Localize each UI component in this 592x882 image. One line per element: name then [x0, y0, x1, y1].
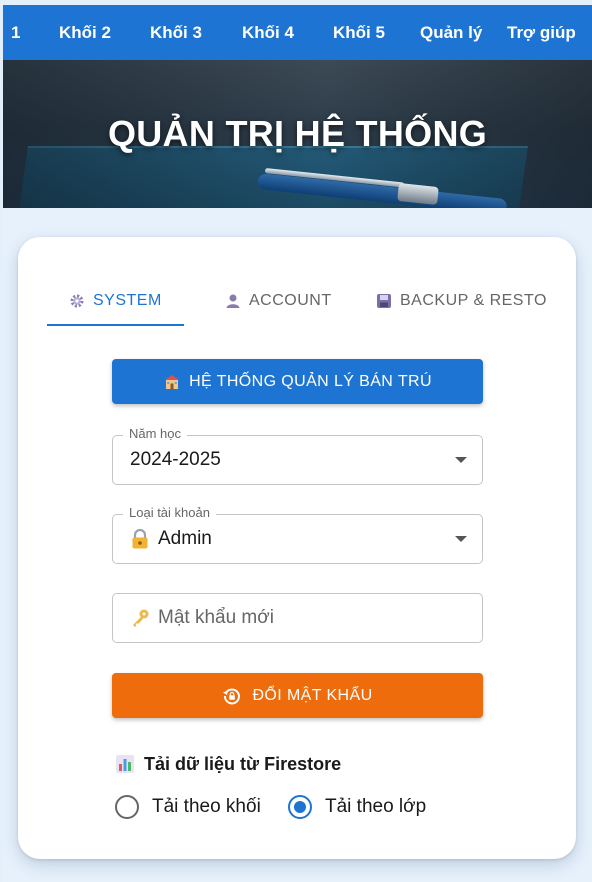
school-year-value: 2024-2025	[130, 449, 221, 470]
user-icon	[223, 293, 243, 309]
tab-account[interactable]: ACCOUNT	[223, 275, 332, 327]
tab-system-label: SYSTEM	[93, 292, 162, 309]
school-management-button[interactable]: HỆ THỐNG QUẢN LÝ BÁN TRÚ	[112, 359, 483, 404]
account-type-select[interactable]: Loại tài khoản Admin	[112, 505, 483, 564]
chevron-down-icon	[455, 457, 467, 463]
nav-item-tro-giup[interactable]: Trợ giúp	[507, 5, 576, 60]
radio-button-checked[interactable]	[288, 795, 312, 819]
load-data-section-title: Tải dữ liệu từ Firestore	[115, 750, 341, 778]
new-password-placeholder: Mật khẩu mới	[158, 607, 274, 628]
admin-panel-card: SYSTEM ACCOUNT BACKUP & RESTO HỆ THỐNG Q…	[18, 237, 576, 859]
nav-item-quan-ly[interactable]: Quản lý	[420, 5, 482, 60]
app-frame: 1 Khối 2 Khối 3 Khối 4 Khối 5 Quản lý Tr…	[3, 5, 592, 882]
change-password-button[interactable]: ĐỔI MẬT KHẨU	[112, 673, 483, 718]
tab-bar: SYSTEM ACCOUNT BACKUP & RESTO	[47, 275, 547, 327]
nav-item-khoi-3[interactable]: Khối 3	[150, 5, 202, 60]
radio-load-by-grade[interactable]: Tải theo khối	[115, 792, 261, 822]
lock-icon	[130, 528, 150, 550]
bar-chart-icon	[115, 754, 135, 774]
change-password-button-label: ĐỔI MẬT KHẨU	[252, 686, 373, 704]
nav-item-khoi-4[interactable]: Khối 4	[242, 5, 294, 60]
radio-button-unchecked[interactable]	[115, 795, 139, 819]
radio-load-by-grade-label: Tải theo khối	[152, 796, 261, 817]
key-icon	[130, 608, 150, 628]
lock-reset-icon	[222, 686, 242, 706]
school-icon	[163, 373, 181, 391]
chevron-down-icon	[455, 536, 467, 542]
top-navbar: 1 Khối 2 Khối 3 Khối 4 Khối 5 Quản lý Tr…	[3, 5, 592, 60]
gear-icon	[67, 293, 87, 309]
tab-account-label: ACCOUNT	[249, 292, 332, 309]
load-data-section-label: Tải dữ liệu từ Firestore	[144, 753, 342, 774]
school-year-select[interactable]: Năm học 2024-2025	[112, 426, 483, 485]
new-password-input[interactable]: Mật khẩu mới	[112, 593, 483, 643]
active-tab-indicator	[47, 324, 184, 326]
account-type-value: Admin	[158, 528, 212, 549]
radio-load-by-class[interactable]: Tải theo lớp	[288, 792, 426, 822]
nav-item-khoi-2[interactable]: Khối 2	[59, 5, 111, 60]
nav-item-khoi-5[interactable]: Khối 5	[333, 5, 385, 60]
radio-load-by-class-label: Tải theo lớp	[325, 796, 427, 817]
school-management-button-label: HỆ THỐNG QUẢN LÝ BÁN TRÚ	[189, 372, 432, 390]
page-title: QUẢN TRỊ HỆ THỐNG	[107, 113, 488, 154]
tab-backup-restore[interactable]: BACKUP & RESTORE	[374, 275, 547, 327]
tab-system[interactable]: SYSTEM	[67, 275, 162, 327]
nav-item-1[interactable]: 1	[11, 5, 20, 60]
tab-backup-restore-label: BACKUP & RESTORE	[400, 292, 547, 309]
floppy-disk-icon	[374, 293, 394, 309]
